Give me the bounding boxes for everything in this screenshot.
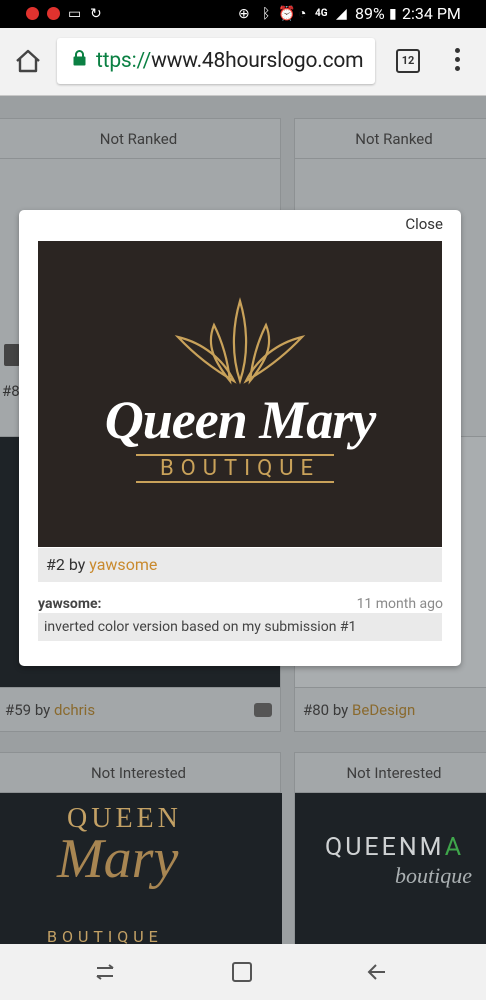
home-button-icon[interactable]: [230, 960, 254, 984]
clock: 2:34 PM: [402, 4, 461, 23]
record-indicator-icon: [47, 7, 60, 20]
entry-footer: #80 by BeDesign: [295, 687, 486, 731]
entry-caption: #2 by yawsome: [38, 548, 442, 582]
url-text: ttps://www.48hourslogo.com: [96, 49, 364, 73]
sync-icon: ↻: [90, 6, 102, 22]
submission-modal: Close Queen Mary BOUTIQUE #2 by yawsome …: [19, 210, 461, 666]
rank-status: Not Ranked: [295, 119, 486, 159]
menu-icon[interactable]: [452, 48, 462, 74]
signal-icon: ◢: [336, 6, 347, 22]
battery-icon: ▮: [389, 6, 397, 22]
lock-icon: [73, 50, 86, 66]
comments-icon[interactable]: [254, 703, 272, 717]
comment-text: inverted color version based on my submi…: [38, 613, 442, 641]
submission-card[interactable]: Not Interested QUEEN Mary BOUTIQUE: [0, 752, 282, 944]
rank-status: Not Interested: [0, 753, 280, 793]
recents-icon[interactable]: [93, 960, 117, 984]
entry-footer: #59 by dchris: [0, 687, 280, 731]
refresh-icon[interactable]: [4, 344, 20, 366]
address-bar[interactable]: ttps://www.48hourslogo.com: [57, 38, 375, 84]
logo-tagline: BOUTIQUE: [159, 456, 321, 481]
status-bar: ▭ ↻ ⊕ ᛒ ⏰ ◔ 4G ◢ 89% ▮ 2:34 PM: [0, 0, 486, 28]
designer-link[interactable]: yawsome: [89, 555, 157, 574]
record-indicator-icon: [26, 7, 39, 20]
comment-author: yawsome:: [38, 596, 102, 612]
network-type: 4G: [315, 8, 328, 19]
wifi-icon: ◔: [298, 6, 307, 22]
home-icon[interactable]: [14, 48, 42, 74]
system-nav-bar: [0, 944, 486, 1000]
rank-status: Not Ranked: [0, 119, 280, 159]
close-button[interactable]: Close: [405, 215, 443, 233]
submission-card[interactable]: Not Interested QUEENMA boutique: [294, 752, 486, 944]
bluetooth-icon: ᛒ: [262, 6, 271, 22]
back-icon[interactable]: [365, 960, 389, 984]
comment-timestamp: 11 month ago: [356, 596, 443, 612]
battery-percent: 89%: [355, 4, 385, 23]
logo-thumbnail: QUEEN Mary BOUTIQUE: [0, 793, 282, 944]
logo-preview-image: Queen Mary BOUTIQUE: [38, 241, 442, 547]
rank-status: Not Interested: [295, 753, 486, 793]
data-saver-icon: ⊕: [238, 6, 250, 22]
tab-switcher-button[interactable]: 12: [396, 49, 420, 73]
browser-toolbar: ttps://www.48hourslogo.com 12: [0, 28, 486, 96]
message-icon: ▭: [68, 6, 82, 22]
logo-thumbnail: QUEENMA boutique: [295, 793, 486, 944]
logo-wordmark: Queen Mary: [104, 390, 377, 450]
alarm-icon: ⏰: [278, 6, 296, 22]
entry-number-partial: #8: [2, 382, 20, 400]
designer-link[interactable]: dchris: [54, 701, 95, 719]
designer-link[interactable]: BeDesign: [352, 701, 415, 719]
